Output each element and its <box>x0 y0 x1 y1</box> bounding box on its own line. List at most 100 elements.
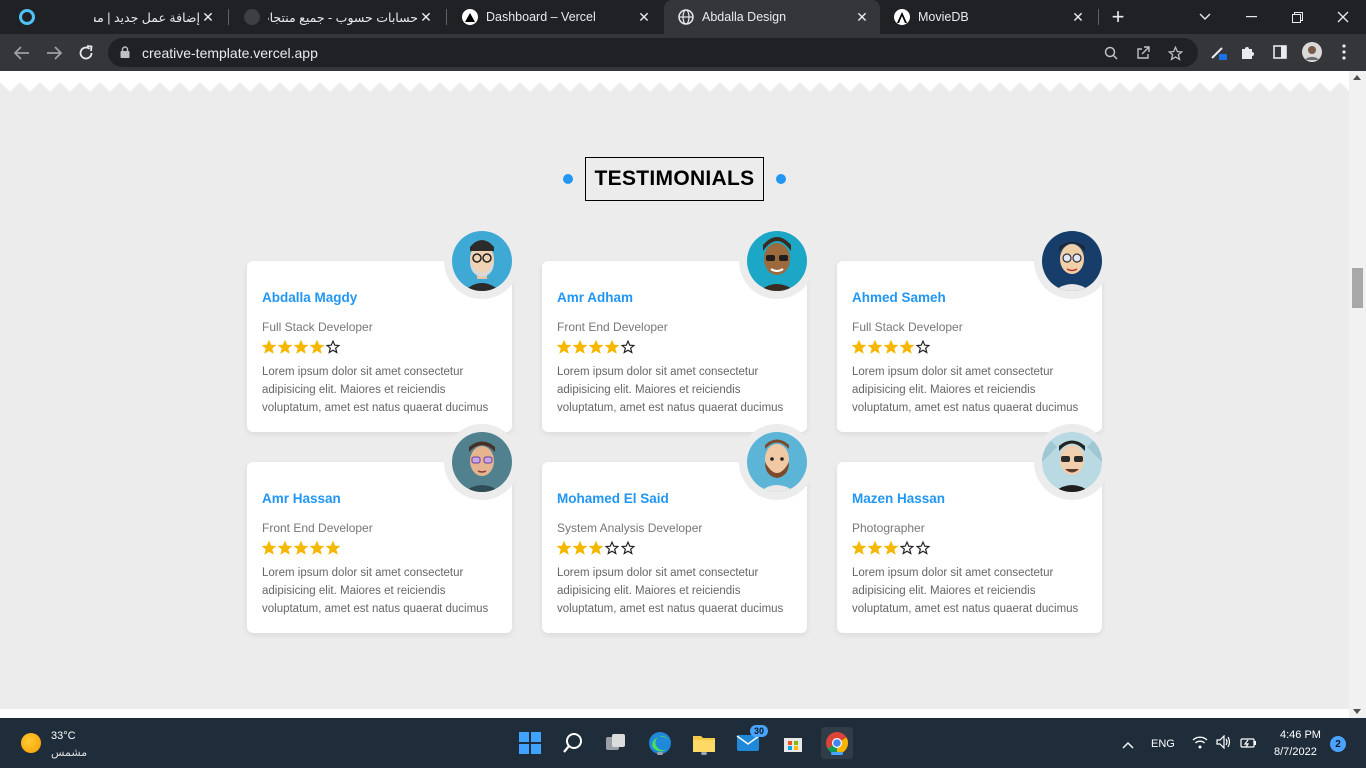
start-icon[interactable] <box>514 727 546 759</box>
testimonial-card: Amr Hassan Front End Developer Lorem ips… <box>247 424 520 633</box>
star-rating <box>557 340 635 354</box>
battery-icon[interactable] <box>1240 736 1258 754</box>
clock-time[interactable]: 4:46 PM <box>1280 729 1321 741</box>
menu-dots-icon[interactable] <box>1334 42 1354 62</box>
tab-mostaql[interactable]: إضافة عمل جديد | مستقل ✕ <box>56 0 226 34</box>
edge-icon[interactable] <box>644 727 676 759</box>
star-filled-icon <box>605 340 619 354</box>
star-filled-icon <box>900 340 914 354</box>
mail-icon[interactable]: 30 <box>732 725 769 759</box>
weather-description[interactable]: مشمس <box>51 746 87 759</box>
scroll-down-icon[interactable] <box>1353 709 1361 714</box>
notification-badge[interactable]: 2 <box>1330 736 1346 752</box>
running-indicator <box>657 752 663 755</box>
minimize-icon[interactable] <box>1228 0 1274 34</box>
testimonial-name: Abdalla Magdy <box>262 290 358 305</box>
avatar-frame <box>1034 223 1110 299</box>
tray-overflow-icon[interactable] <box>1122 736 1134 754</box>
testimonial-name: Mohamed El Said <box>557 491 669 506</box>
close-icon[interactable]: ✕ <box>854 9 870 25</box>
star-filled-icon <box>573 541 587 555</box>
vercel-icon <box>462 9 478 25</box>
angular-icon <box>894 9 910 25</box>
windows-taskbar: 33°C مشمس 30 ENG 4:46 PM 8/7/2022 2 <box>0 718 1366 768</box>
close-icon[interactable]: ✕ <box>418 9 434 25</box>
testimonial-text: Lorem ipsum dolor sit amet consectetur a… <box>557 567 784 615</box>
mail-badge: 30 <box>750 725 769 737</box>
testimonial-name: Amr Hassan <box>262 491 341 506</box>
testimonial-text: Lorem ipsum dolor sit amet consectetur a… <box>852 567 1079 615</box>
page-scrollbar[interactable] <box>1349 71 1366 718</box>
avatar-glasses-beard <box>452 231 512 291</box>
section-title: TESTIMONIALS <box>585 157 764 201</box>
file-explorer-icon[interactable] <box>688 727 720 759</box>
tab-divider <box>228 9 229 25</box>
star-rating <box>852 340 930 354</box>
tab-divider <box>446 9 447 25</box>
store-icon[interactable] <box>777 727 809 759</box>
avatar-frame <box>444 223 520 299</box>
profile-avatar[interactable] <box>1302 42 1322 62</box>
volume-icon[interactable] <box>1216 734 1232 754</box>
weather-sun-icon[interactable] <box>21 733 41 753</box>
scroll-up-icon[interactable] <box>1353 75 1361 80</box>
star-filled-icon <box>278 340 292 354</box>
star-filled-icon <box>326 541 340 555</box>
close-icon[interactable]: ✕ <box>636 9 652 25</box>
testimonial-card: Amr Adham Front End Developer Lorem ipsu… <box>542 223 815 432</box>
clock-date[interactable]: 8/7/2022 <box>1274 746 1317 758</box>
close-icon[interactable]: ✕ <box>200 9 216 25</box>
search-icon[interactable] <box>557 727 589 759</box>
share-icon[interactable] <box>1134 44 1152 62</box>
tab-title: حسابات حسوب - جميع منتجات <box>268 10 418 25</box>
task-view-icon[interactable] <box>600 727 632 759</box>
extensions-puzzle-icon[interactable] <box>1238 42 1258 62</box>
bookmark-star-icon[interactable] <box>1166 44 1184 62</box>
close-window-icon[interactable] <box>1320 0 1366 34</box>
avatar-glasses <box>1042 231 1102 291</box>
address-bar[interactable]: creative-template.vercel.app <box>108 38 1198 67</box>
star-empty-icon <box>605 541 619 555</box>
extension-pen-icon[interactable] <box>1208 42 1228 62</box>
new-tab-icon[interactable]: + <box>1106 5 1130 29</box>
scrollbar-thumb[interactable] <box>1352 268 1363 308</box>
close-icon[interactable]: ✕ <box>1070 9 1086 25</box>
url-text: creative-template.vercel.app <box>142 45 318 61</box>
wifi-icon[interactable] <box>1192 735 1208 754</box>
testimonial-role: Front End Developer <box>557 320 668 334</box>
star-filled-icon <box>852 340 866 354</box>
weather-temperature[interactable]: 33°C <box>51 730 76 742</box>
chrome-icon[interactable] <box>821 727 853 759</box>
forward-icon[interactable] <box>40 39 68 67</box>
star-filled-icon <box>868 340 882 354</box>
restore-icon[interactable] <box>1274 0 1320 34</box>
side-panel-icon[interactable] <box>1270 42 1290 62</box>
title-dot-left <box>563 174 573 184</box>
zoom-icon[interactable] <box>1102 44 1120 62</box>
mostaql-icon <box>70 9 86 25</box>
tab-title: Abdalla Design <box>702 10 787 24</box>
reload-icon[interactable] <box>72 39 100 67</box>
testimonial-role: Photographer <box>852 521 925 535</box>
star-empty-icon <box>621 541 635 555</box>
next-section-edge <box>0 709 1349 718</box>
tab-vercel[interactable]: Dashboard – Vercel ✕ <box>448 0 662 34</box>
avatar-frame <box>444 424 520 500</box>
star-rating <box>557 541 635 555</box>
star-empty-icon <box>916 541 930 555</box>
language-indicator[interactable]: ENG <box>1151 738 1175 750</box>
star-filled-icon <box>852 541 866 555</box>
back-icon[interactable] <box>8 39 36 67</box>
avatar-frame <box>739 223 815 299</box>
tab-abdalla-design[interactable]: Abdalla Design ✕ <box>664 0 880 34</box>
avatar-beard <box>747 432 807 492</box>
testimonial-text: Lorem ipsum dolor sit amet consectetur a… <box>262 366 489 414</box>
tab-divider <box>1098 9 1099 25</box>
tab-moviedb[interactable]: MovieDB ✕ <box>880 0 1096 34</box>
tab-search-icon[interactable] <box>1182 0 1228 34</box>
testimonial-text: Lorem ipsum dolor sit amet consectetur a… <box>262 567 489 615</box>
app-icon[interactable] <box>19 9 35 25</box>
active-indicator <box>831 752 843 755</box>
tab-hsoub[interactable]: حسابات حسوب - جميع منتجات ✕ <box>230 0 444 34</box>
browser-toolbar: creative-template.vercel.app <box>0 34 1366 71</box>
